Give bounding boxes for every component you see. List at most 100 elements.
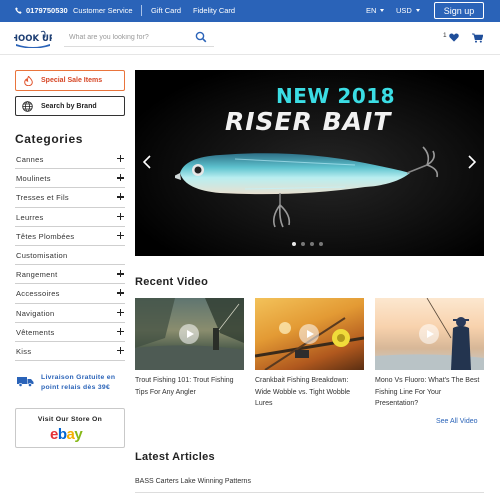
wishlist-count: 1: [443, 32, 447, 39]
category-item[interactable]: Customisation: [15, 246, 125, 266]
recent-video-heading: Recent Video: [135, 276, 209, 288]
plus-icon[interactable]: [117, 327, 124, 335]
site-header: HOOK UP: [0, 22, 500, 55]
carousel-dot[interactable]: [319, 242, 323, 246]
category-item[interactable]: Tresses et Fils: [15, 188, 125, 208]
category-label: Kiss: [16, 346, 32, 356]
ebay-letter: b: [57, 426, 67, 443]
flame-icon: [24, 75, 33, 86]
shipping-text: Livraison Gratuite en point relais dès 3…: [41, 373, 115, 392]
category-label: Vêtements: [16, 327, 55, 337]
plus-icon[interactable]: [117, 193, 124, 201]
video-card[interactable]: Trout Fishing 101: Trout Fishing Tips Fo…: [135, 298, 244, 398]
video-thumbnail[interactable]: [375, 298, 484, 370]
special-sale-label: Special Sale Items: [41, 77, 103, 84]
shipping-line-2: point relais dès 39€: [41, 383, 111, 391]
divider: [135, 492, 484, 493]
category-label: Navigation: [16, 308, 55, 318]
category-item[interactable]: Têtes Plombées: [15, 227, 125, 246]
video-card[interactable]: Crankbait Fishing Breakdown: Wide Wobble…: [255, 298, 364, 410]
video-caption[interactable]: Mono Vs Fluoro: What's The Best Fishing …: [375, 375, 484, 410]
search-by-brand-button[interactable]: Search by Brand: [15, 96, 125, 116]
heart-icon[interactable]: [449, 33, 459, 42]
customer-service-link[interactable]: Customer Service: [73, 6, 133, 15]
plus-icon[interactable]: [117, 289, 124, 297]
phone-contact[interactable]: 0179750530: [15, 6, 68, 15]
chevron-down-icon: [415, 9, 420, 12]
category-item[interactable]: Vêtements: [15, 323, 125, 342]
category-label: Accessoires: [16, 289, 60, 299]
carousel-dots: [292, 242, 323, 246]
category-label: Rangement: [16, 270, 58, 280]
search-by-brand-label: Search by Brand: [41, 102, 97, 110]
see-all-video-link[interactable]: See All Video: [436, 418, 478, 425]
plus-icon[interactable]: [117, 212, 124, 220]
video-caption[interactable]: Crankbait Fishing Breakdown: Wide Wobble…: [255, 375, 364, 410]
special-sale-button[interactable]: Special Sale Items: [15, 70, 125, 91]
plus-icon[interactable]: [117, 155, 124, 162]
play-icon[interactable]: [299, 324, 319, 344]
category-item[interactable]: Accessoires: [15, 284, 125, 304]
ebay-logo: ebay: [50, 426, 83, 443]
logo-text: HOOK UP: [14, 34, 52, 44]
plus-icon[interactable]: [117, 174, 124, 182]
globe-icon: [22, 100, 33, 112]
category-label: Leurres: [16, 212, 44, 222]
ebay-store-link[interactable]: Visit Our Store On ebay: [15, 408, 125, 448]
category-label: Moulinets: [16, 174, 51, 184]
carousel-next-icon[interactable]: [468, 155, 476, 169]
language-select[interactable]: EN: [366, 6, 385, 15]
banner-title: RISER BAIT: [225, 107, 392, 136]
carousel-prev-icon[interactable]: [143, 155, 151, 169]
category-item[interactable]: Kiss: [15, 342, 125, 362]
ebay-store-label: Visit Our Store On: [37, 416, 103, 423]
search-bar: [64, 28, 214, 47]
video-thumbnail[interactable]: [135, 298, 244, 370]
truck-icon: [17, 377, 34, 387]
search-input[interactable]: [69, 31, 189, 44]
plus-icon[interactable]: [117, 308, 124, 316]
chevron-down-icon: [380, 9, 385, 12]
category-item[interactable]: Rangement: [15, 265, 125, 285]
shipping-line-1: Livraison Gratuite en: [41, 374, 116, 381]
carousel-dot[interactable]: [310, 242, 314, 246]
plus-icon[interactable]: [117, 270, 124, 278]
site-logo[interactable]: HOOK UP: [14, 30, 52, 48]
divider: [141, 5, 142, 16]
video-caption[interactable]: Trout Fishing 101: Trout Fishing Tips Fo…: [135, 375, 244, 398]
phone-icon: [15, 7, 22, 14]
carousel-dot[interactable]: [292, 242, 296, 246]
category-label: Cannes: [16, 155, 44, 164]
language-value: EN: [366, 6, 377, 15]
free-shipping-notice: Livraison Gratuite en point relais dès 3…: [15, 371, 130, 395]
currency-value: USD: [396, 6, 412, 15]
sign-up-button[interactable]: Sign up: [434, 2, 484, 19]
category-label: Customisation: [16, 250, 68, 260]
cart-icon[interactable]: [472, 33, 483, 43]
banner-headline: NEW 2018: [276, 84, 396, 108]
category-item[interactable]: Leurres: [15, 208, 125, 227]
ebay-letter: y: [74, 426, 83, 443]
plus-icon[interactable]: [117, 346, 124, 354]
video-thumbnail[interactable]: [255, 298, 364, 370]
fishing-lure-image: [175, 146, 439, 228]
search-icon[interactable]: [195, 31, 207, 43]
category-list: Cannes Moulinets Tresses et Fils Leurres Têt…: [15, 150, 125, 362]
gift-card-link[interactable]: Gift Card: [151, 6, 181, 15]
category-item[interactable]: Navigation: [15, 304, 125, 323]
category-item[interactable]: Moulinets: [15, 169, 125, 189]
currency-select[interactable]: USD: [396, 6, 420, 15]
ebay-letter: e: [50, 426, 58, 443]
latest-articles-heading: Latest Articles: [135, 451, 215, 463]
fidelity-card-link[interactable]: Fidelity Card: [193, 6, 235, 15]
plus-icon[interactable]: [117, 231, 124, 239]
category-label: Têtes Plombées: [16, 231, 75, 241]
play-icon[interactable]: [179, 324, 199, 344]
hero-carousel[interactable]: NEW 2018 RISER BAIT: [135, 70, 484, 256]
video-card[interactable]: Mono Vs Fluoro: What's The Best Fishing …: [375, 298, 484, 410]
article-link[interactable]: BASS Carters Lake Winning Patterns: [135, 478, 251, 485]
play-icon[interactable]: [419, 324, 439, 344]
categories-heading: Categories: [15, 132, 84, 146]
category-item[interactable]: Cannes: [15, 150, 125, 170]
carousel-dot[interactable]: [301, 242, 305, 246]
